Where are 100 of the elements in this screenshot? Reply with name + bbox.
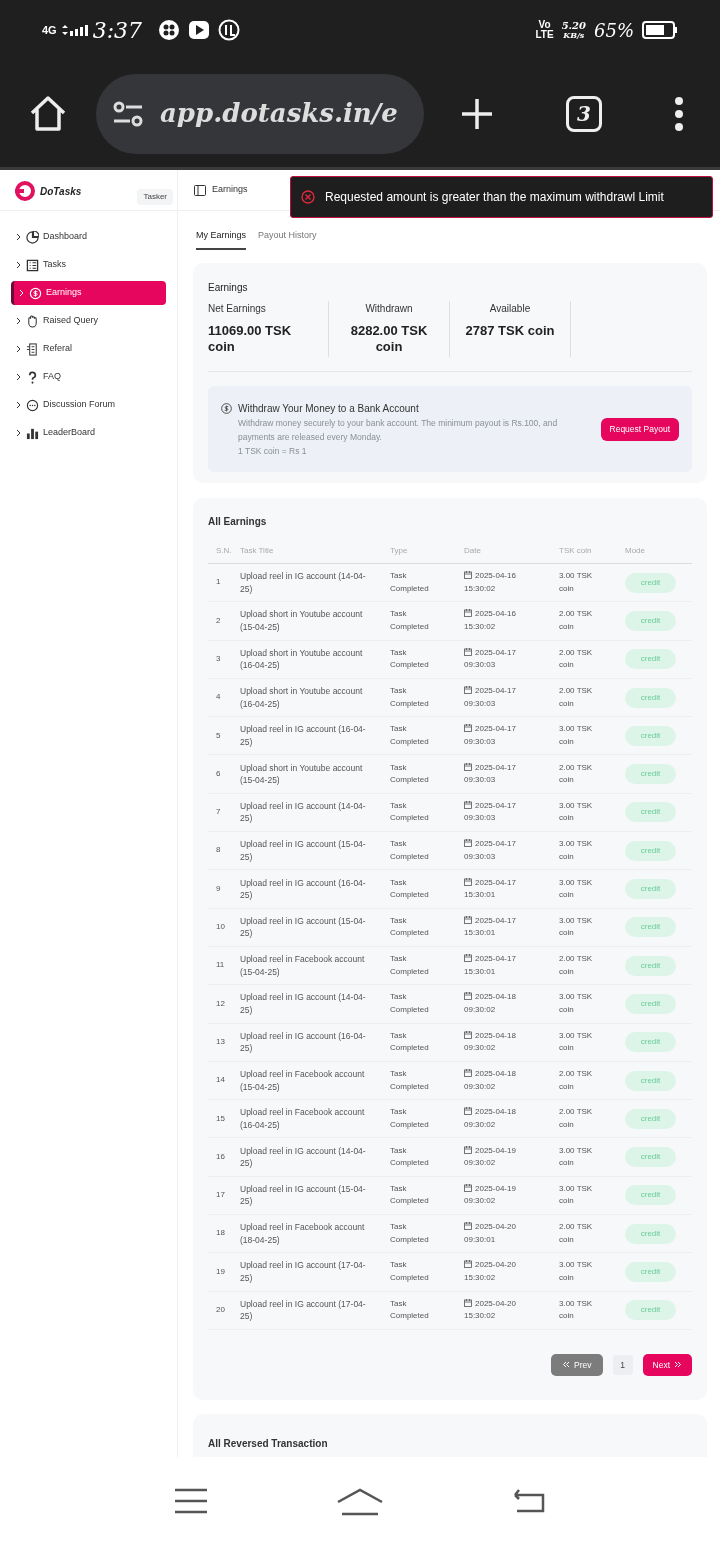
bar-chart-icon: [26, 426, 39, 440]
speed-unit: KB/s: [563, 31, 585, 39]
table-cell-text: Upload reel in IG account (15-04-25): [240, 838, 367, 864]
chevron-icon: [16, 345, 22, 353]
stat-label: Net Earnings: [208, 302, 266, 316]
calendar-icon: [464, 1030, 472, 1039]
exchange-rate: 1 TSK coin = Rs 1: [237, 444, 308, 458]
calendar-icon: [464, 800, 472, 809]
table-cell: 9: [216, 883, 221, 893]
table-cell-text: Task Completed: [390, 608, 430, 633]
sidebar-item[interactable]: Referal: [11, 337, 166, 361]
clock-time: 3:37: [92, 16, 143, 45]
sidebar-item[interactable]: LeaderBoard: [11, 421, 166, 445]
table-cell-text: Upload reel in IG account (15-04-25): [240, 914, 367, 940]
table-cell-text: Task Completed: [390, 838, 430, 863]
credit-badge: credit: [625, 687, 676, 708]
table-cell-text: Upload reel in Facebook account (15-04-25): [240, 953, 366, 979]
sidebar-item[interactable]: Discussion Forum: [11, 393, 166, 417]
request-payout-button[interactable]: Request Payout: [600, 417, 679, 441]
table-cell-text: Upload short in Youtube account (16-04-25): [240, 685, 364, 711]
chevron-icon: [16, 429, 22, 437]
table-cell-text: Task Completed: [390, 1106, 430, 1131]
table-cell-text: Upload reel in IG account (14-04-25): [240, 799, 367, 825]
table-cell: 2: [216, 615, 221, 625]
tab-count-button[interactable]: 3: [566, 95, 602, 132]
question-icon: [26, 370, 39, 384]
table-cell-text: Upload reel in IG account (14-04-25): [240, 570, 367, 596]
table-cell-text: Upload reel in IG account (16-04-25): [240, 723, 367, 749]
credit-badge: credit: [625, 649, 676, 670]
prev-button[interactable]: Prev: [551, 1353, 603, 1376]
credit-badge: credit: [625, 993, 676, 1014]
address-bar[interactable]: app.dotasks.in/e: [96, 73, 424, 154]
calendar-icon: [464, 1260, 472, 1269]
card-title: All Earnings: [208, 515, 268, 529]
credit-badge: credit: [625, 1108, 676, 1129]
table-cell: 6: [216, 768, 221, 778]
date-cell-text: 2025-04-16 15:30:02: [464, 608, 517, 633]
card-title: Earnings: [208, 281, 249, 295]
table-cell-text: 2.00 TSK coin: [559, 1068, 594, 1093]
credit-badge: credit: [625, 1070, 676, 1091]
network-type: 4G: [42, 24, 57, 36]
home-icon[interactable]: [28, 93, 68, 134]
table-cell-text: Task Completed: [390, 799, 430, 825]
table-cell: 1: [216, 577, 221, 587]
column-header: Task Title: [240, 545, 275, 557]
sidebar-toggle-icon[interactable]: [194, 184, 206, 196]
table-cell-text: 3.00 TSK coin: [559, 876, 594, 901]
stat-label: Withdrawn: [365, 302, 413, 316]
battery-percent: 65%: [594, 18, 634, 43]
table-cell: 10: [216, 922, 225, 932]
credit-badge: credit: [625, 840, 676, 861]
calendar-icon: [464, 762, 472, 771]
calendar-icon: [464, 915, 472, 924]
recent-apps-icon[interactable]: [173, 1486, 210, 1515]
table-cell-text: Task Completed: [390, 1297, 430, 1323]
table-cell-text: 2.00 TSK coin: [559, 646, 594, 672]
calendar-icon: [464, 1298, 472, 1307]
table-cell-text: 2.00 TSK coin: [559, 1221, 594, 1246]
table-cell-text: 3.00 TSK coin: [559, 914, 594, 940]
stat-label: Available: [489, 302, 531, 316]
page-button[interactable]: 1: [612, 1354, 633, 1375]
sidebar-item[interactable]: Earnings: [11, 281, 166, 305]
sidebar-item[interactable]: Raised Query: [11, 309, 166, 333]
credit-badge: credit: [625, 1223, 676, 1244]
table-cell-text: Upload reel in IG account (16-04-25): [240, 1029, 367, 1055]
date-cell-text: 2025-04-20 15:30:02: [464, 1259, 517, 1284]
table-cell-text: 2.00 TSK coin: [559, 761, 594, 787]
table-cell-text: 3.00 TSK coin: [559, 991, 594, 1016]
calendar-icon: [464, 1069, 472, 1077]
sidebar-item[interactable]: FAQ: [11, 365, 166, 389]
calendar-icon: [464, 1183, 472, 1192]
table-cell: 15: [216, 1113, 225, 1123]
menu-icon[interactable]: [674, 96, 684, 131]
table-cell-text: Task Completed: [390, 761, 430, 787]
next-button[interactable]: Next: [642, 1353, 692, 1376]
table-cell-text: Task Completed: [390, 723, 430, 748]
brand-name: DoTasks: [40, 185, 82, 199]
calendar-icon: [464, 1145, 472, 1154]
date-cell-text: 2025-04-17 09:30:03: [464, 799, 517, 825]
tab[interactable]: My Earnings: [196, 229, 247, 250]
sidebar-item[interactable]: Dashboard: [11, 225, 166, 249]
sidebar-item[interactable]: Tasks: [11, 253, 166, 277]
table-cell-text: Upload reel in IG account (17-04-25): [240, 1259, 367, 1285]
column-header: S.N.: [215, 545, 233, 557]
table-cell: 17: [216, 1190, 225, 1200]
tab[interactable]: Payout History: [258, 229, 317, 250]
date-cell-text: 2025-04-19 09:30:02: [464, 1182, 517, 1208]
stat-value: 11069.00 TSK coin: [208, 323, 293, 355]
calendar-icon: [464, 1222, 472, 1231]
table-cell-text: Upload short in Youtube account (15-04-25): [240, 608, 364, 634]
chevron-icon: [16, 317, 22, 325]
calendar-icon: [464, 877, 472, 886]
date-cell-text: 2025-04-17 09:30:03: [464, 723, 517, 748]
new-tab-icon[interactable]: [460, 96, 494, 131]
table-cell: 11: [216, 960, 225, 970]
site-settings-icon[interactable]: [112, 99, 144, 128]
table-cell: 7: [216, 807, 221, 817]
toast-message: Requested amount is greater than the maximum withdrawl Limit: [325, 189, 664, 206]
chevron-icon: [16, 261, 22, 269]
calendar-icon: [464, 839, 472, 848]
